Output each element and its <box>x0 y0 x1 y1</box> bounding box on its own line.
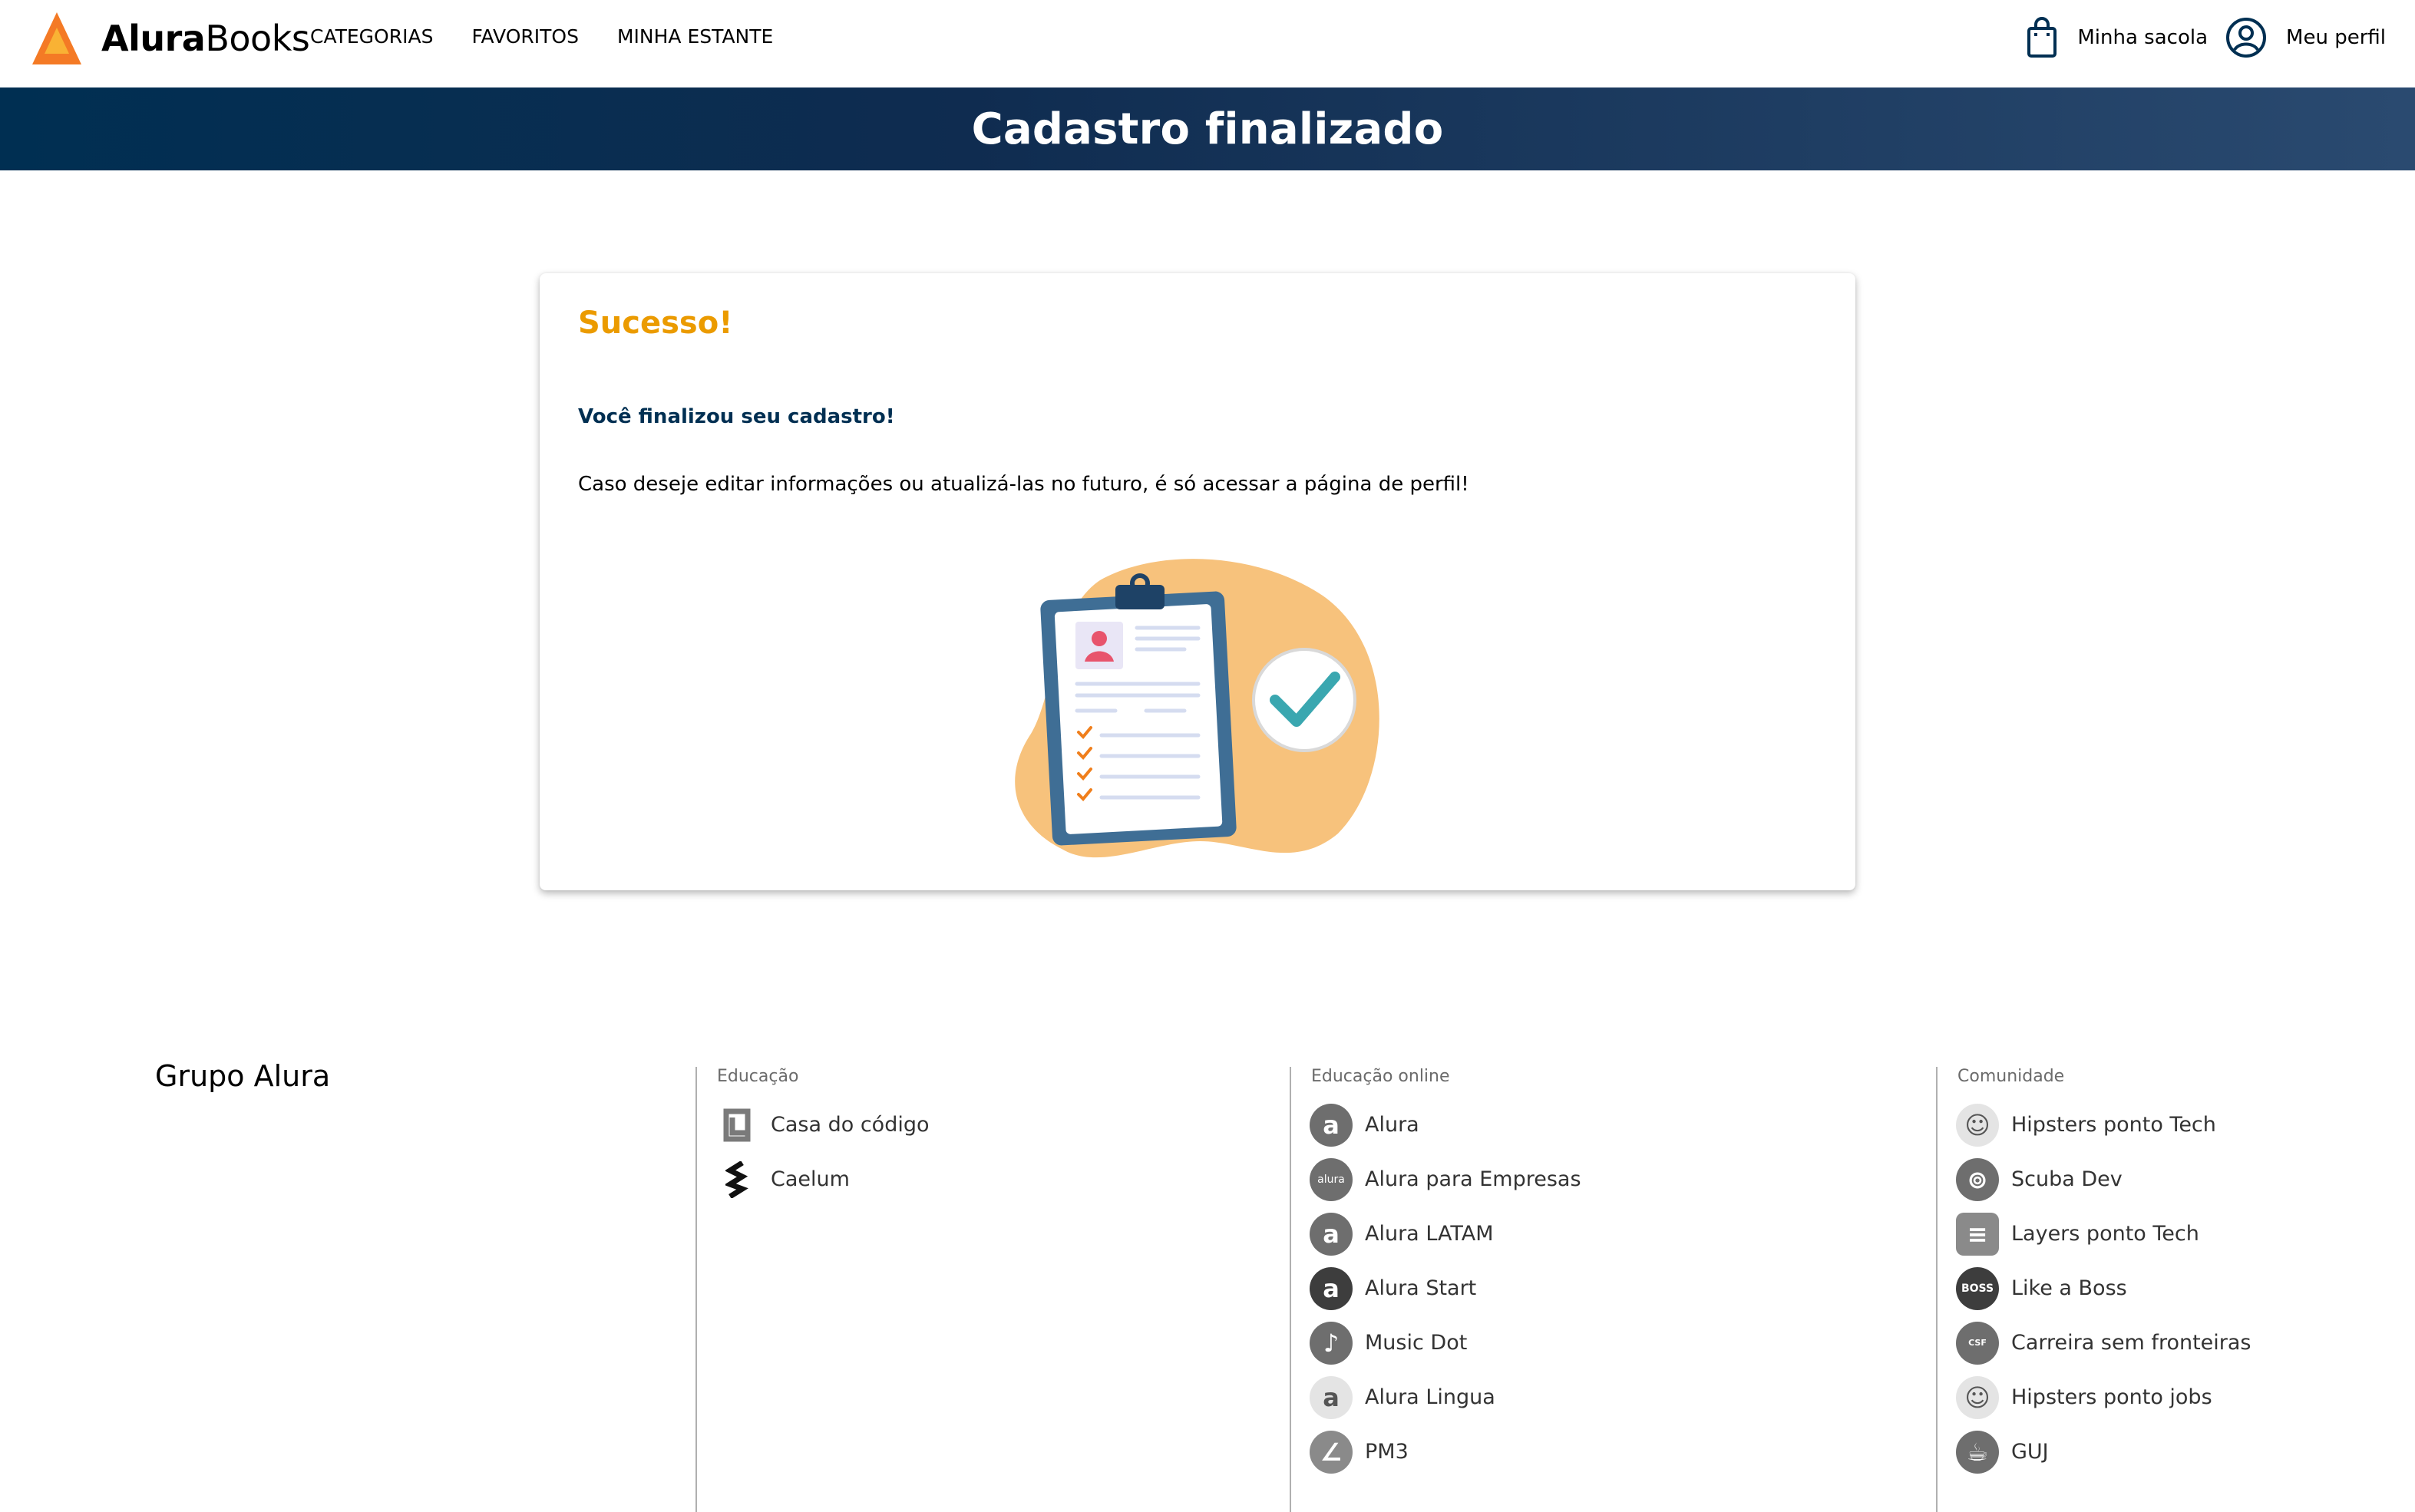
alura-lingua-icon: a <box>1310 1375 1353 1419</box>
main-nav: CATEGORIAS FAVORITOS MINHA ESTANTE <box>310 23 811 51</box>
profile-link[interactable]: Meu perfil <box>2225 16 2386 59</box>
footer-brand: Grupo Alura <box>155 1059 331 1093</box>
footer: Grupo Alura Educação Casa do código Cael… <box>0 1028 2415 1512</box>
footer-link-layers-tech[interactable]: ≡ Layers ponto Tech <box>1956 1207 2251 1261</box>
layers-tech-icon: ≡ <box>1956 1212 1999 1256</box>
caelum-icon <box>715 1157 758 1201</box>
footer-column-educacao-online: Educação online a Alura alura Alura para… <box>1290 1067 1581 1512</box>
user-area: Minha sacola Meu perfil <box>2020 14 2386 61</box>
footer-column-title: Educação <box>717 1067 799 1086</box>
footer-link-guj[interactable]: ☕ GUJ <box>1956 1425 2251 1479</box>
footer-link-alura[interactable]: a Alura <box>1310 1098 1581 1152</box>
nav-favoritos[interactable]: FAVORITOS <box>471 23 579 51</box>
footer-link-pm3[interactable]: ∠ PM3 <box>1310 1425 1581 1479</box>
alura-latam-icon: a <box>1310 1212 1353 1256</box>
bag-link[interactable]: Minha sacola <box>2020 16 2225 59</box>
footer-link-casa-do-codigo[interactable]: Casa do código <box>715 1098 930 1152</box>
footer-link-alura-lingua[interactable]: a Alura Lingua <box>1310 1370 1581 1425</box>
footer-column-title: Comunidade <box>1957 1067 2065 1086</box>
alurabooks-logo-icon <box>32 12 81 64</box>
alura-icon: a <box>1310 1103 1353 1147</box>
footer-link-alura-latam[interactable]: a Alura LATAM <box>1310 1207 1581 1261</box>
shopping-bag-icon <box>2027 17 2057 58</box>
clipboard-checkmark-illustration <box>1015 559 1379 858</box>
footer-link-caelum[interactable]: Caelum <box>715 1152 930 1207</box>
pm3-icon: ∠ <box>1310 1430 1353 1474</box>
casa-do-codigo-icon <box>715 1103 758 1147</box>
carreira-sem-fronteiras-icon: CSF <box>1956 1321 1999 1365</box>
profile-label: Meu perfil <box>2286 26 2386 49</box>
scuba-dev-icon: ⊚ <box>1956 1157 1999 1201</box>
footer-link-hipsters-jobs[interactable]: ☺ Hipsters ponto jobs <box>1956 1370 2251 1425</box>
alura-start-icon: a <box>1310 1266 1353 1310</box>
footer-link-alura-empresas[interactable]: alura Alura para Empresas <box>1310 1152 1581 1207</box>
success-message: Caso deseje editar informações ou atuali… <box>578 473 1469 496</box>
user-profile-icon <box>2226 18 2267 58</box>
footer-column-comunidade: Comunidade ☺ Hipsters ponto Tech ⊚ Scuba… <box>1936 1067 2251 1512</box>
top-navbar: AluraBooks CATEGORIAS FAVORITOS MINHA ES… <box>0 0 2415 87</box>
alurabooks-logo[interactable]: AluraBooks <box>31 11 310 66</box>
hipsters-jobs-icon: ☺ <box>1956 1375 1999 1419</box>
page-banner: Cadastro finalizado <box>0 87 2415 170</box>
logo-text: AluraBooks <box>101 18 310 59</box>
footer-link-scuba-dev[interactable]: ⊚ Scuba Dev <box>1956 1152 2251 1207</box>
success-card: Sucesso! Você finalizou seu cadastro! Ca… <box>540 273 1855 890</box>
footer-link-like-a-boss[interactable]: BOSS Like a Boss <box>1956 1261 2251 1316</box>
footer-link-music-dot[interactable]: ♪ Music Dot <box>1310 1316 1581 1370</box>
nav-categorias[interactable]: CATEGORIAS <box>310 23 433 51</box>
footer-column-educacao: Educação Casa do código Caelum <box>695 1067 930 1512</box>
alura-empresas-icon: alura <box>1310 1157 1353 1201</box>
footer-link-carreira-sem-fronteiras[interactable]: CSF Carreira sem fronteiras <box>1956 1316 2251 1370</box>
success-title: Sucesso! <box>578 305 733 341</box>
hipsters-tech-icon: ☺ <box>1956 1103 1999 1147</box>
page-title: Cadastro finalizado <box>971 104 1444 154</box>
nav-minha-estante[interactable]: MINHA ESTANTE <box>617 23 773 51</box>
footer-link-hipsters-tech[interactable]: ☺ Hipsters ponto Tech <box>1956 1098 2251 1152</box>
guj-icon: ☕ <box>1956 1430 1999 1474</box>
footer-column-title: Educação online <box>1311 1067 1450 1086</box>
like-a-boss-icon: BOSS <box>1956 1266 1999 1310</box>
music-dot-icon: ♪ <box>1310 1321 1353 1365</box>
bag-label: Minha sacola <box>2077 26 2209 49</box>
footer-link-alura-start[interactable]: a Alura Start <box>1310 1261 1581 1316</box>
success-subtitle: Você finalizou seu cadastro! <box>578 405 895 428</box>
